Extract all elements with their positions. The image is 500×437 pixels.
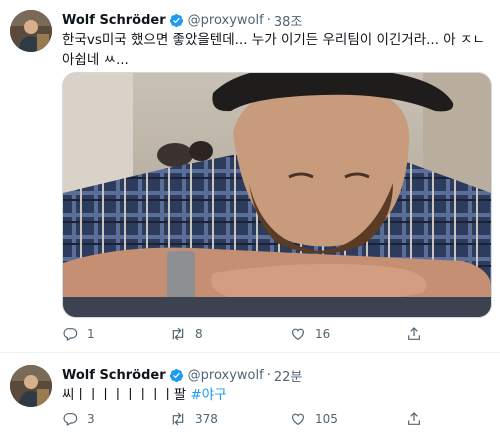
avatar[interactable] [10,10,52,52]
timestamp[interactable]: 22분 [274,366,303,385]
heart-icon [292,413,304,426]
reply-button[interactable]: 1 [62,326,95,342]
reply-count: 1 [87,327,95,341]
tweet-header: Wolf Schröder @proxywolf · 22분 [62,366,302,385]
reply-button[interactable]: 3 [62,411,95,427]
verified-badge-icon [169,13,183,28]
like-button[interactable]: 16 [290,326,330,342]
retweet-button[interactable]: 378 [170,411,218,427]
retweet-count: 378 [195,412,218,426]
tweet[interactable]: Wolf Schröder @proxywolf · 38조 한국vs미국 했으… [0,0,500,353]
retweet-count: 8 [195,327,203,341]
heart-icon [292,328,304,341]
like-count: 16 [315,327,331,341]
reply-icon [63,413,78,427]
retweet-icon [172,412,184,426]
hashtag-link[interactable]: #야구 [191,387,227,403]
tweet-text: 씨ㅣㅣㅣㅣㅣㅣㅣㅣ팔 #야구 [62,385,492,405]
tweet-text-line: 한국vs미국 했으면 좋았을텐데... 누가 이기든 우리팀이 이긴거라... … [62,32,485,48]
separator-dot: · [266,368,271,383]
tweet-text: 한국vs미국 했으면 좋았을텐데... 누가 이기든 우리팀이 이긴거라... … [62,30,492,70]
tweet-photo[interactable] [62,72,492,318]
tweet-actions: 3 378 105 [62,411,482,431]
share-button[interactable] [406,326,431,342]
separator-dot: · [266,13,271,28]
verified-badge-icon [169,368,183,383]
tweet-actions: 1 8 16 [62,326,482,346]
tweet[interactable]: Wolf Schröder @proxywolf · 22분 씨ㅣㅣㅣㅣㅣㅣㅣㅣ… [0,353,500,437]
timestamp[interactable]: 38조 [274,11,303,30]
tweet-text-line: 아쉽네 ㅆ... [62,52,129,68]
retweet-icon [172,327,184,341]
author-name[interactable]: Wolf Schröder [62,13,166,28]
author-name[interactable]: Wolf Schröder [62,368,166,383]
tweet-text-body: 씨ㅣㅣㅣㅣㅣㅣㅣㅣ팔 [62,387,191,403]
like-button[interactable]: 105 [290,411,338,427]
reply-count: 3 [87,412,95,426]
avatar[interactable] [10,365,52,407]
share-icon [408,412,420,425]
share-button[interactable] [406,411,431,427]
tweet-header: Wolf Schröder @proxywolf · 38조 [62,11,302,30]
reply-icon [63,328,78,342]
retweet-button[interactable]: 8 [170,326,203,342]
share-icon [408,327,420,340]
like-count: 105 [315,412,338,426]
author-handle[interactable]: @proxywolf [188,368,264,383]
author-handle[interactable]: @proxywolf [188,13,264,28]
